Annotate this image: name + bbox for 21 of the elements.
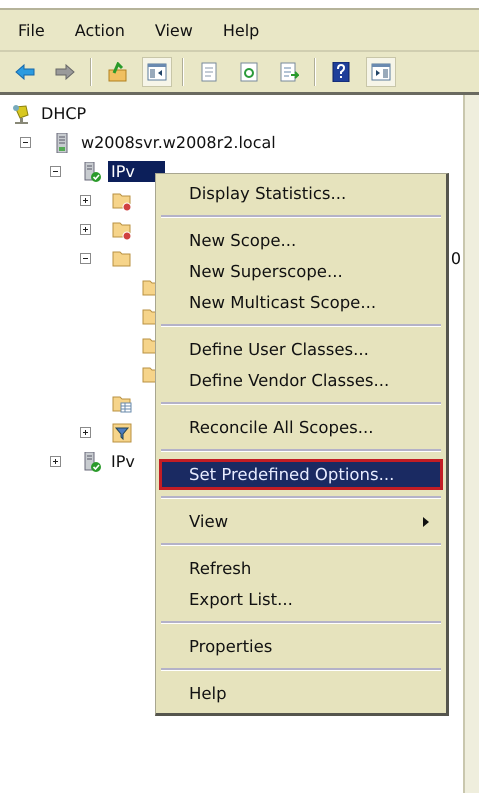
menu-item[interactable]: New Multicast Scope... [159,287,443,318]
menu-item[interactable]: Define Vendor Classes... [159,365,443,396]
menu-item[interactable]: File [18,18,45,42]
menu-item[interactable]: New Superscope... [159,256,443,287]
menu-item[interactable]: Define User Classes... [159,334,443,365]
menu-item[interactable]: View [159,506,443,537]
tree-item[interactable]: DHCP [38,103,90,124]
menu-item[interactable]: Set Predefined Options... [159,459,443,490]
menu-item[interactable]: Properties [159,631,443,662]
menu-item[interactable]: Export List... [159,584,443,615]
menu-item[interactable]: Help [159,678,443,709]
menu-item[interactable]: Reconcile All Scopes... [159,412,443,443]
tree-item[interactable]: w2008svr.w2008r2.local [78,132,279,153]
tree-item[interactable]: IPv [108,161,165,182]
menu-item[interactable]: Action [74,18,125,42]
tree-item-text: 0 [450,249,461,268]
menu-item[interactable]: Help [222,18,260,42]
menu-item[interactable]: Refresh [159,553,443,584]
menu-item[interactable]: New Scope... [159,225,443,256]
menu-item[interactable]: View [154,18,193,42]
tree-item[interactable]: IPv [108,451,138,472]
